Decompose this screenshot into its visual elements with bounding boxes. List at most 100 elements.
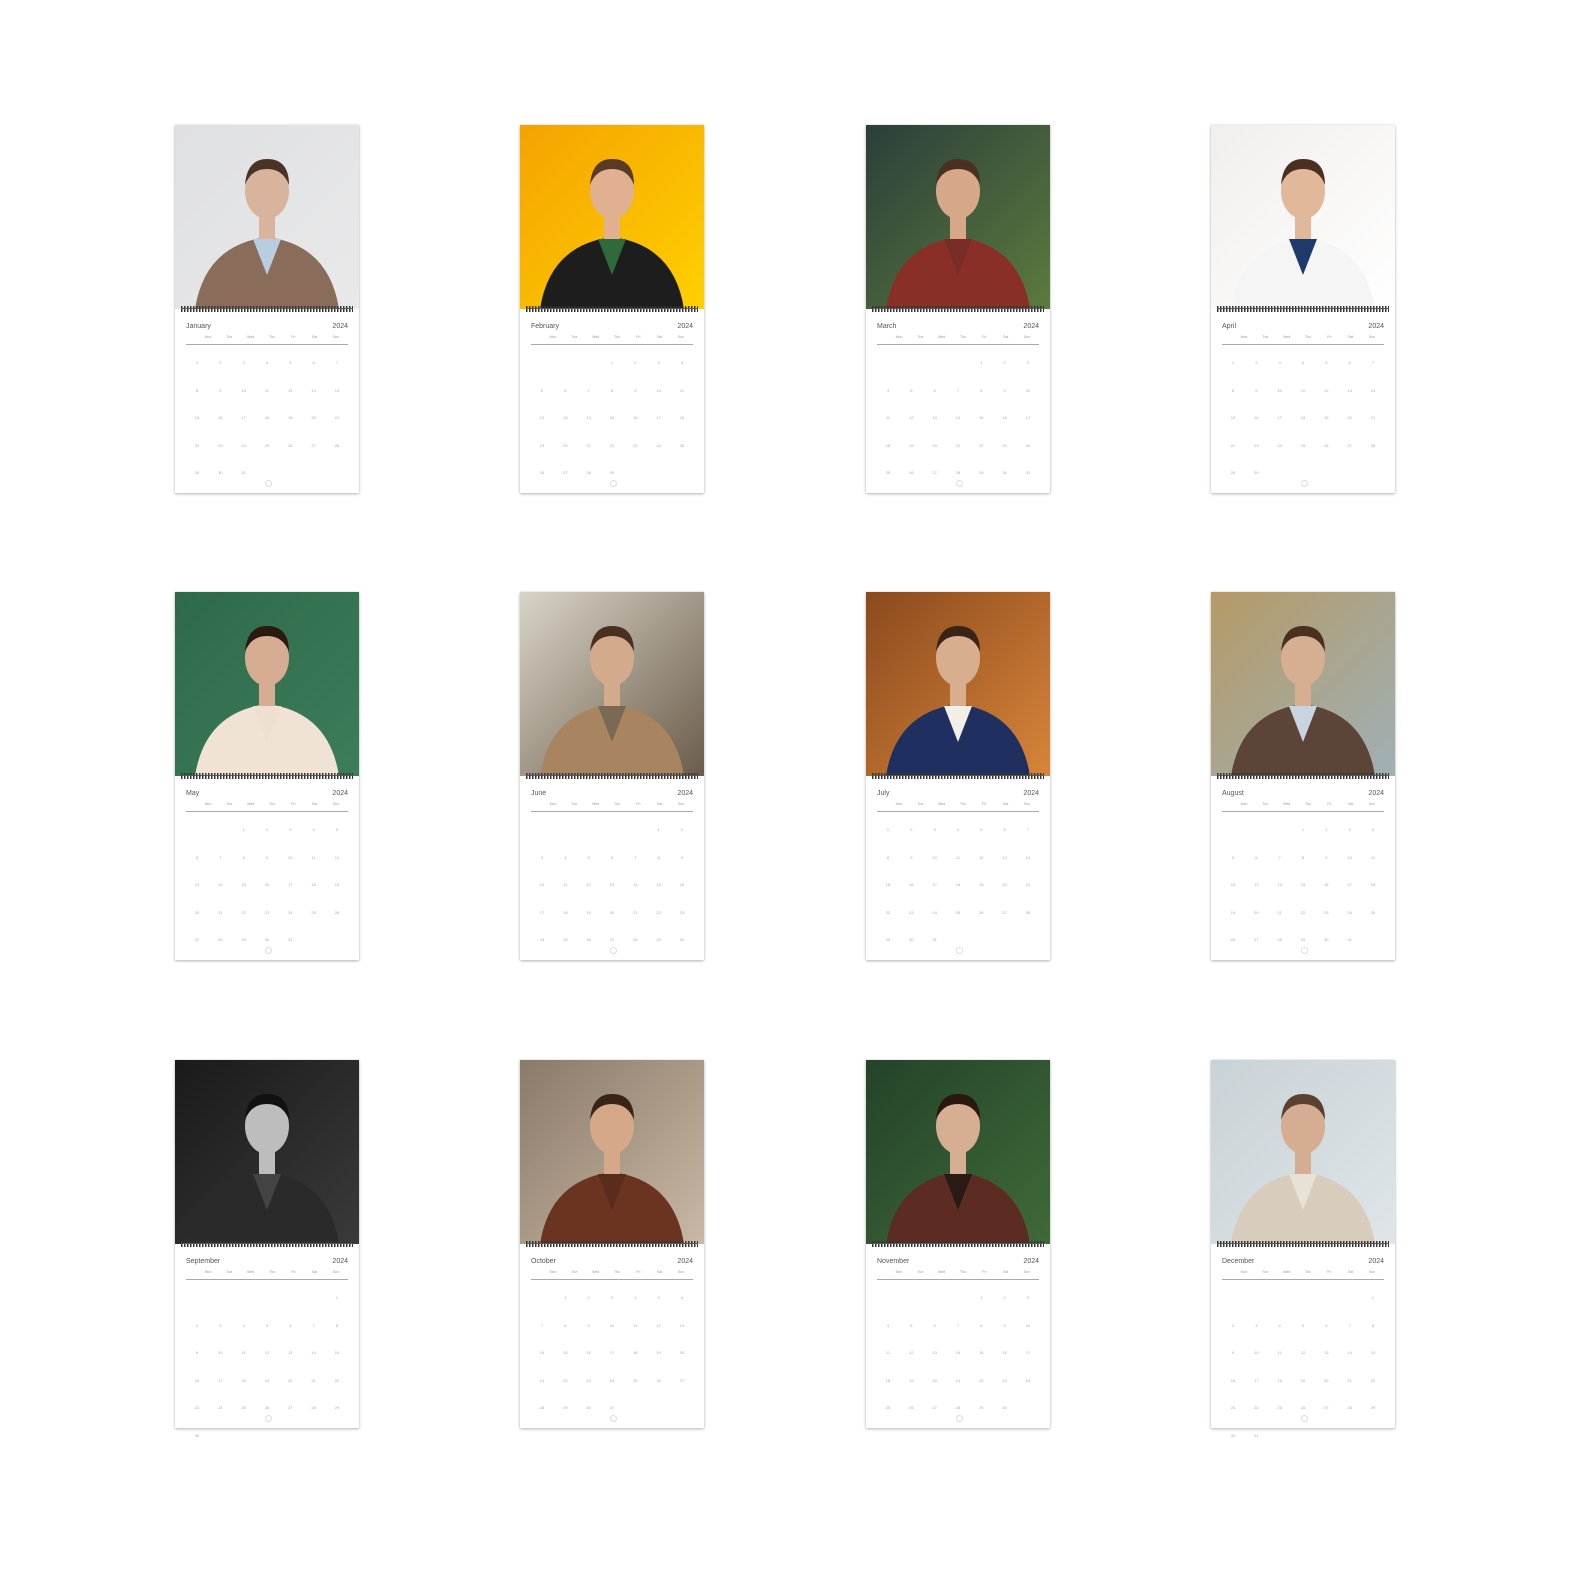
- day-cell: [1249, 1284, 1263, 1312]
- day-cell: 6: [680, 1295, 684, 1300]
- header-rule: [531, 811, 693, 812]
- week-row: [186, 954, 348, 982]
- day-cell: 17: [1347, 882, 1352, 887]
- week-row: 1 2 3 4: [1222, 816, 1384, 844]
- day-cell: 19: [1230, 909, 1236, 915]
- week-row: 1: [186, 1284, 348, 1312]
- day-cell: 9: [587, 1322, 590, 1328]
- day-cell: 7: [335, 360, 339, 365]
- weekday-header: Mon Tue Wed Thu Fri Sat Sun: [1222, 802, 1384, 810]
- week-row: 15 16 17 18 19 20 21: [1222, 404, 1384, 432]
- weekday-label: Thu: [1304, 335, 1311, 339]
- day-cell: 27: [1347, 442, 1352, 448]
- day-cell: 5: [289, 360, 292, 365]
- day-cell: [881, 1284, 895, 1312]
- weekday-label: Tue: [226, 335, 233, 339]
- day-cell: 11: [885, 1350, 891, 1355]
- day-cell: 18: [679, 415, 685, 420]
- day-cell: 9: [1003, 1322, 1006, 1328]
- day-cell: 1: [195, 360, 199, 365]
- day-cell: [558, 349, 572, 377]
- day-cell: 31: [1254, 1432, 1259, 1438]
- weekday-label: Sat: [1003, 335, 1009, 339]
- day-cell: [904, 487, 918, 515]
- day-cell: [881, 954, 895, 982]
- day-cell: 4: [1371, 827, 1375, 832]
- hanging-hole: [955, 480, 963, 487]
- day-cell: [190, 816, 204, 844]
- calendar-page-february: February 2024 Mon Tue Wed Thu Fri Sat Sun 1 2 3 4 5 6 7…: [520, 125, 704, 493]
- weekday-label: Mon: [895, 802, 903, 806]
- week-row: 18 19 20 21 22 23 24: [877, 432, 1039, 460]
- day-cell: 16: [1324, 882, 1329, 887]
- day-cell: 1: [657, 827, 660, 832]
- week-row: 30 31: [1222, 1422, 1384, 1450]
- day-cell: 20: [1324, 1377, 1329, 1383]
- day-cell: 23: [633, 442, 638, 448]
- week-row: 5 6 7 8 9 10 11: [1222, 844, 1384, 872]
- day-cell: 19: [586, 909, 591, 915]
- day-cell: 23: [679, 909, 685, 915]
- day-cell: 23: [1254, 442, 1259, 448]
- month-title: February: [531, 323, 560, 330]
- day-cell: [260, 954, 274, 982]
- month-photo: [1211, 1060, 1395, 1244]
- day-cell: 5: [910, 1322, 913, 1328]
- day-cell: 13: [1324, 1350, 1329, 1355]
- day-cell: 28: [633, 937, 638, 942]
- hanging-hole: [609, 1415, 617, 1422]
- day-cell: 1: [1301, 827, 1305, 832]
- day-cell: [675, 459, 689, 487]
- day-cell: 22: [885, 909, 891, 915]
- year-label: 2024: [332, 790, 348, 797]
- day-cell: 2: [634, 360, 637, 365]
- day-cell: 3: [657, 360, 660, 365]
- day-cell: 10: [288, 854, 293, 860]
- day-cell: 25: [264, 442, 270, 448]
- day-cell: 7: [956, 387, 960, 393]
- day-cell: 10: [656, 387, 661, 393]
- spiral-binding: [1217, 773, 1389, 779]
- day-cell: 16: [1254, 415, 1259, 420]
- day-cell: 12: [1324, 387, 1329, 393]
- weekday-label: Sun: [332, 335, 340, 339]
- day-cell: [307, 1422, 321, 1450]
- day-cell: [558, 1422, 572, 1450]
- weekday-label: Mon: [549, 802, 557, 806]
- day-cell: 7: [219, 854, 222, 860]
- week-row: 1 2 3 4 5 6 7: [1222, 349, 1384, 377]
- day-cell: 10: [1277, 387, 1282, 393]
- week-row: 9 10 11 12 13 14 15: [186, 1339, 348, 1367]
- day-cell: 8: [1371, 1322, 1375, 1328]
- day-cell: 9: [910, 854, 913, 860]
- day-cell: [1366, 954, 1380, 982]
- day-cell: [675, 1394, 689, 1422]
- day-cell: [307, 459, 321, 487]
- week-row: 1 2 3 4: [531, 349, 693, 377]
- day-cell: [330, 926, 344, 954]
- day-cell: [1226, 487, 1240, 515]
- day-cell: 22: [334, 1377, 340, 1383]
- day-cell: [951, 1284, 965, 1312]
- week-row: 6 7 8 9 10 11 12: [186, 844, 348, 872]
- day-rows: 1 2 3 4 5 6 7 8 9 10 11 12 13 14 15 16 17 18 19 20 21 22 23 24 2…: [1222, 349, 1384, 514]
- day-cell: 21: [334, 415, 340, 420]
- weekday-label: Thu: [268, 802, 275, 806]
- day-cell: [582, 349, 596, 377]
- day-cell: 14: [334, 387, 340, 393]
- weekday-label: Thu: [613, 802, 620, 806]
- day-cell: 30: [586, 1405, 591, 1410]
- hanging-hole: [955, 947, 963, 954]
- day-cell: 11: [633, 1322, 638, 1328]
- weekday-label: Sat: [312, 802, 318, 806]
- day-cell: 24: [241, 442, 246, 448]
- month-grid: August 2024 Mon Tue Wed Thu Fri Sat Sun 1 2 3 4 5 6 7 8 9…: [1222, 790, 1384, 954]
- week-row: 8 9 10 11 12 13 14: [877, 844, 1039, 872]
- day-cell: [1249, 954, 1263, 982]
- day-cell: 30: [909, 937, 914, 942]
- weekday-label: Tue: [571, 1270, 578, 1274]
- day-cell: [652, 954, 666, 982]
- day-cell: [628, 459, 642, 487]
- day-cell: 14: [955, 1350, 961, 1355]
- day-cell: 26: [539, 470, 545, 475]
